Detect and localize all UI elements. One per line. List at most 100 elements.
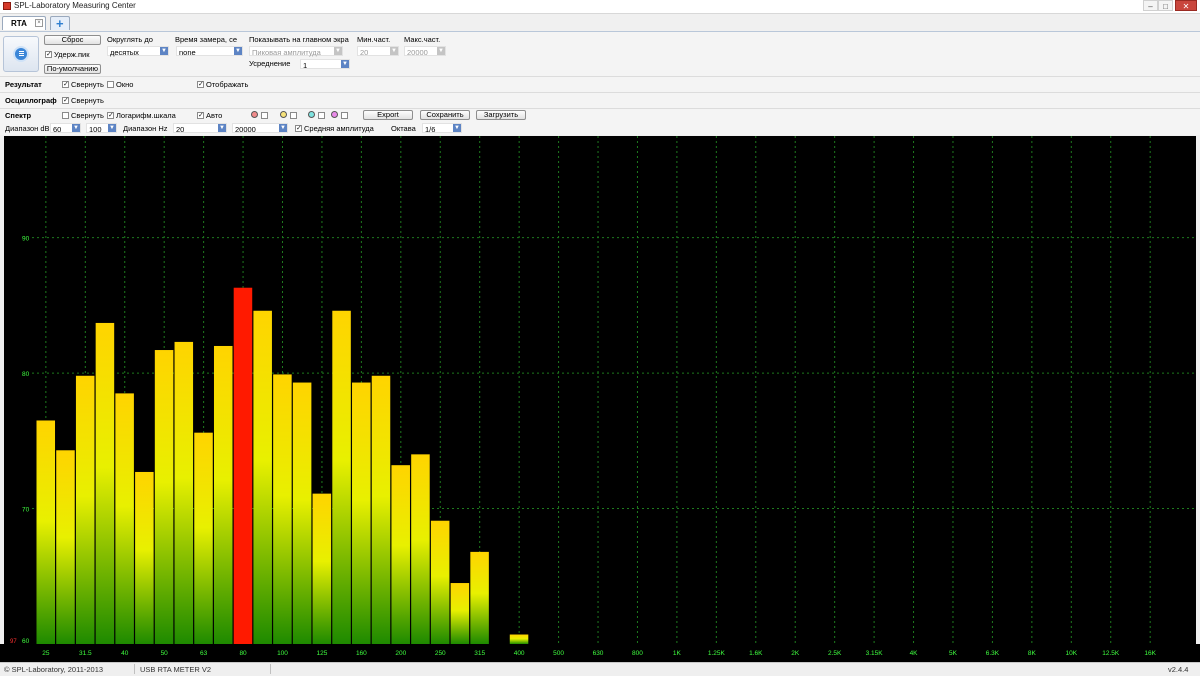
scope-row: Осциллограф ✓ Свернуть bbox=[0, 93, 1200, 108]
reset-button[interactable]: Сброс bbox=[44, 35, 101, 45]
min-freq-label: Мин.част. bbox=[357, 35, 391, 44]
bar-100 bbox=[273, 374, 292, 644]
bar-80 bbox=[233, 287, 253, 644]
result-window-checkbox[interactable] bbox=[107, 81, 114, 88]
db-range-label: Диапазон dB bbox=[5, 124, 50, 133]
db-max-select[interactable]: 100 ▼ bbox=[86, 123, 117, 134]
x-tick-label: 25 bbox=[42, 650, 50, 657]
spectrum-title: Спектр bbox=[5, 111, 32, 120]
octave-select[interactable]: 1/6 ▼ bbox=[422, 123, 462, 134]
color-checkbox-magenta[interactable] bbox=[341, 112, 348, 119]
export-button[interactable]: Export bbox=[363, 110, 413, 120]
bar-40 bbox=[115, 393, 134, 644]
x-tick-label: 400 bbox=[514, 650, 525, 657]
y-tick-label: 70 bbox=[22, 507, 30, 514]
max-freq-select[interactable]: 20000 ▼ bbox=[404, 46, 446, 57]
close-window-button[interactable]: ✕ bbox=[1175, 0, 1197, 11]
minimize-button[interactable]: – bbox=[1143, 0, 1158, 11]
hz-min-value: 20 bbox=[176, 125, 185, 134]
hz-range-label: Диапазон Hz bbox=[123, 124, 168, 133]
color-swatch-yellow[interactable] bbox=[280, 111, 287, 118]
app-icon bbox=[3, 2, 11, 10]
spectrum-plot: 9080706097 bbox=[10, 136, 1196, 644]
x-tick-label: 100 bbox=[277, 650, 288, 657]
chevron-down-icon: ▼ bbox=[341, 60, 349, 68]
x-tick-label: 160 bbox=[356, 650, 367, 657]
bar-90 bbox=[253, 310, 272, 644]
chevron-down-icon: ▼ bbox=[72, 124, 80, 132]
color-checkbox-yellow[interactable] bbox=[290, 112, 297, 119]
result-collapse-label: Свернуть bbox=[71, 80, 104, 89]
x-tick-label: 16K bbox=[1144, 650, 1156, 657]
title-bar: SPL-Laboratory Measuring Center – □ ✕ bbox=[0, 0, 1200, 14]
scope-collapse-checkbox[interactable]: ✓ bbox=[62, 97, 69, 104]
spectrum-collapse-label: Свернуть bbox=[71, 111, 104, 120]
color-swatch-red[interactable] bbox=[251, 111, 258, 118]
color-checkbox-cyan[interactable] bbox=[318, 112, 325, 119]
maximize-button[interactable]: □ bbox=[1158, 0, 1173, 11]
close-tab-icon[interactable]: × bbox=[35, 19, 43, 27]
db-min-select[interactable]: 60 ▼ bbox=[50, 123, 81, 134]
bar-280 bbox=[450, 583, 470, 644]
save-button[interactable]: Сохранить bbox=[420, 110, 470, 120]
tab-rta-label: RTA bbox=[11, 19, 27, 28]
bar-56 bbox=[174, 341, 194, 644]
scope-collapse-label: Свернуть bbox=[71, 96, 104, 105]
round-select[interactable]: десятых ▼ bbox=[107, 46, 169, 57]
x-tick-label: 10K bbox=[1066, 650, 1078, 657]
x-tick-label: 200 bbox=[395, 650, 406, 657]
device-name: USB RTA METER V2 bbox=[140, 665, 211, 674]
x-tick-label: 80 bbox=[239, 650, 247, 657]
averaging-select[interactable]: 1 ▼ bbox=[300, 59, 350, 70]
log-scale-checkbox[interactable]: ✓ bbox=[107, 112, 114, 119]
divider bbox=[270, 664, 271, 674]
x-tick-label: 2K bbox=[791, 650, 800, 657]
min-freq-select[interactable]: 20 ▼ bbox=[357, 46, 399, 57]
show-on-main-label: Показывать на главном экра bbox=[249, 35, 349, 44]
x-tick-label: 630 bbox=[593, 650, 604, 657]
auto-checkbox[interactable]: ✓ bbox=[197, 112, 204, 119]
result-collapse-checkbox[interactable]: ✓ bbox=[62, 81, 69, 88]
avg-amplitude-checkbox[interactable]: ✓ bbox=[295, 125, 302, 132]
show-on-main-select[interactable]: Пиковая амплитуда ▼ bbox=[249, 46, 343, 57]
db-max-value: 100 bbox=[89, 125, 102, 134]
y-tick-label: 80 bbox=[22, 371, 30, 378]
menu-button[interactable] bbox=[3, 36, 39, 72]
version-text: v2.4.4 bbox=[1168, 665, 1189, 674]
averaging-label: Усреднение bbox=[249, 59, 291, 68]
color-checkbox-red[interactable] bbox=[261, 112, 268, 119]
tab-rta[interactable]: RTA × bbox=[2, 16, 46, 30]
color-swatch-cyan[interactable] bbox=[308, 111, 315, 118]
tab-bar: RTA × + bbox=[0, 14, 1200, 32]
scope-title: Осциллограф bbox=[5, 96, 57, 105]
measure-time-select[interactable]: none ▼ bbox=[176, 46, 243, 57]
divider bbox=[134, 664, 135, 674]
hz-max-select[interactable]: 20000 ▼ bbox=[232, 123, 288, 134]
x-tick-label: 800 bbox=[632, 650, 643, 657]
result-window-label: Окно bbox=[116, 80, 134, 89]
default-button[interactable]: По-умолчанию bbox=[44, 64, 101, 74]
spectrum-collapse-checkbox[interactable] bbox=[62, 112, 69, 119]
bar-71 bbox=[213, 345, 233, 644]
load-button[interactable]: Загрузить bbox=[476, 110, 526, 120]
bar-140 bbox=[332, 310, 351, 644]
octave-value: 1/6 bbox=[425, 125, 436, 134]
spectrum-chart[interactable]: 90 80 70 60 97 bbox=[4, 136, 1196, 644]
x-axis-labels: 25 31.5 40 50 63 80 100 125 160 200 250 315 400 500 63… bbox=[42, 650, 1156, 657]
settings-panel: Сброс ✓ Удерж.пик По-умолчанию Округлять… bbox=[0, 32, 1200, 76]
averaging-value: 1 bbox=[303, 61, 308, 70]
x-tick-label: 2.5K bbox=[828, 650, 842, 657]
x-tick-label: 1.6K bbox=[749, 650, 763, 657]
add-tab-button[interactable]: + bbox=[50, 16, 70, 30]
x-tick-label: 3.15K bbox=[866, 650, 884, 657]
x-tick-label: 500 bbox=[553, 650, 564, 657]
bar-31.5 bbox=[75, 375, 95, 644]
hz-min-select[interactable]: 20 ▼ bbox=[173, 123, 227, 134]
chevron-down-icon: ▼ bbox=[218, 124, 226, 132]
color-swatch-magenta[interactable] bbox=[331, 111, 338, 118]
chevron-down-icon: ▼ bbox=[234, 47, 242, 55]
bar-28 bbox=[56, 450, 75, 644]
hold-peak-checkbox[interactable]: ✓ bbox=[45, 51, 52, 58]
result-display-checkbox[interactable]: ✓ bbox=[197, 81, 204, 88]
bar-200 bbox=[391, 465, 410, 644]
